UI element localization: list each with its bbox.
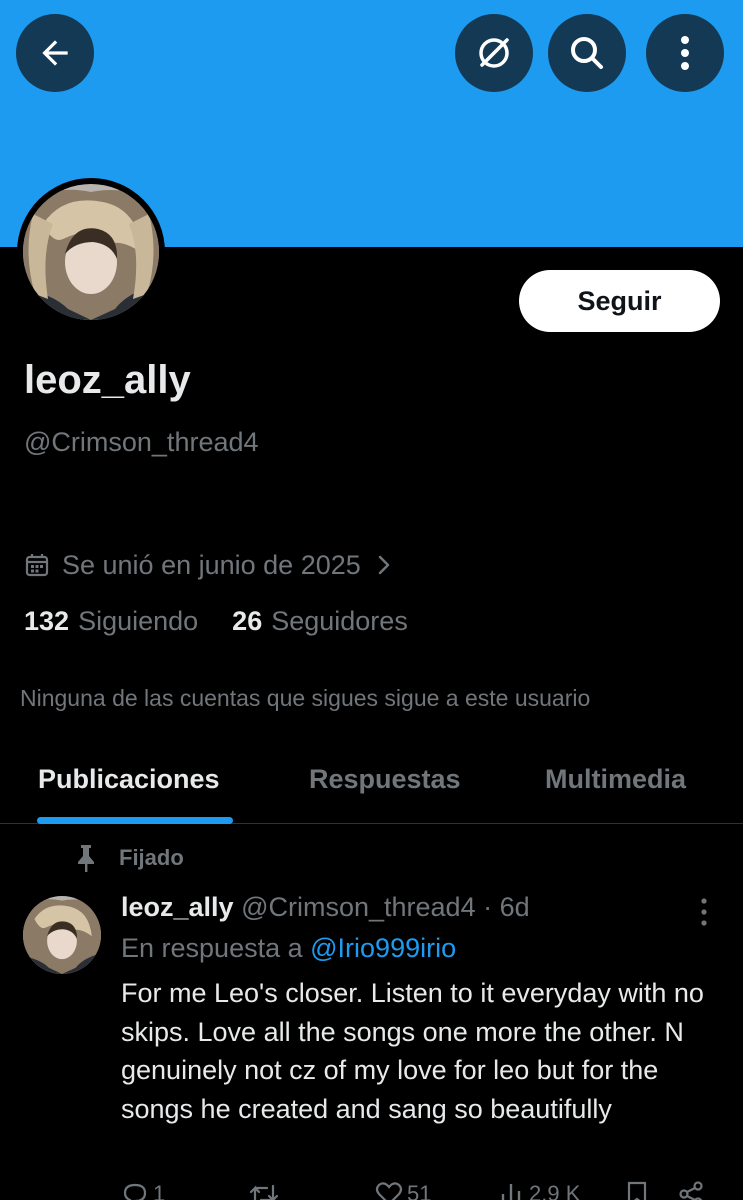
like-action[interactable]: 51 <box>375 1180 431 1200</box>
user-handle: @Crimson_thread4 <box>24 427 259 457</box>
followers-stat[interactable]: 26 Seguidores <box>232 606 408 637</box>
following-stat[interactable]: 132 Siguiendo <box>24 606 198 637</box>
avatar-photo <box>23 184 159 320</box>
tab-publicaciones[interactable]: Publicaciones <box>38 764 220 795</box>
search-icon <box>571 37 603 69</box>
repost-icon <box>249 1184 279 1200</box>
post-text[interactable]: For me Leo's closer. Listen to it everyd… <box>121 974 721 1128</box>
post-author-avatar[interactable] <box>23 896 101 974</box>
views-action[interactable]: 2,9 K <box>497 1180 580 1200</box>
profile-tabs: Publicaciones Respuestas Multimedia <box>0 740 743 824</box>
heart-icon <box>375 1182 403 1200</box>
more-vertical-icon <box>681 36 689 70</box>
profile-avatar[interactable] <box>17 178 165 326</box>
views-icon <box>501 1184 521 1200</box>
more-options-button[interactable] <box>646 14 724 92</box>
share-action[interactable] <box>677 1180 705 1200</box>
bookmark-icon <box>627 1181 647 1200</box>
calendar-icon <box>25 554 49 577</box>
chevron-right-icon <box>378 555 389 575</box>
bookmark-action[interactable] <box>625 1180 649 1200</box>
reply-prefix: En respuesta a <box>121 933 303 963</box>
pinned-indicator: Fijado <box>74 843 184 873</box>
post-author-handle[interactable]: @Crimson_thread4 <box>241 892 476 922</box>
tab-multimedia[interactable]: Multimedia <box>545 764 686 795</box>
post-more-icon[interactable] <box>694 895 714 929</box>
following-count: 132 <box>24 606 70 636</box>
view-count: 2,9 K <box>529 1181 581 1200</box>
grok-icon <box>479 38 509 68</box>
display-name: leoz_ally <box>24 358 191 402</box>
search-button[interactable] <box>548 14 626 92</box>
reply-mention-link[interactable]: @Irio999irio <box>310 933 456 963</box>
reply-icon <box>123 1183 147 1200</box>
joined-date[interactable]: Se unió en junio de 2025 <box>24 545 391 585</box>
pin-icon <box>78 845 94 872</box>
like-count: 51 <box>407 1181 432 1200</box>
reply-context: En respuesta a @Irio999irio <box>121 933 456 964</box>
joined-label: Se unió en junio de 2025 <box>62 549 361 580</box>
following-label: Siguiendo <box>78 606 199 636</box>
reply-count: 1 <box>153 1181 166 1200</box>
avatar-photo <box>23 896 101 974</box>
repost-action[interactable] <box>249 1180 279 1200</box>
active-tab-indicator <box>37 817 233 824</box>
mutual-followers-note: Ninguna de las cuentas que sigues sigue … <box>20 685 591 711</box>
follow-stats: 132 Siguiendo 26 Seguidores <box>24 606 442 637</box>
share-icon <box>679 1181 703 1200</box>
post-header: leoz_ally @Crimson_thread4 · 6d <box>121 892 530 923</box>
grok-button[interactable] <box>455 14 533 92</box>
followers-count: 26 <box>232 606 263 636</box>
post-author-name[interactable]: leoz_ally <box>121 892 234 922</box>
reply-action[interactable]: 1 <box>121 1180 165 1200</box>
follow-button[interactable]: Seguir <box>519 270 720 332</box>
back-button[interactable] <box>16 14 94 92</box>
pinned-label: Fijado <box>119 845 184 870</box>
post-time[interactable]: · 6d <box>483 892 530 922</box>
tab-respuestas[interactable]: Respuestas <box>309 764 461 795</box>
post-actions: 1 51 2,9 K <box>121 1180 721 1200</box>
followers-label: Seguidores <box>271 606 408 636</box>
arrow-left-icon <box>42 40 68 66</box>
